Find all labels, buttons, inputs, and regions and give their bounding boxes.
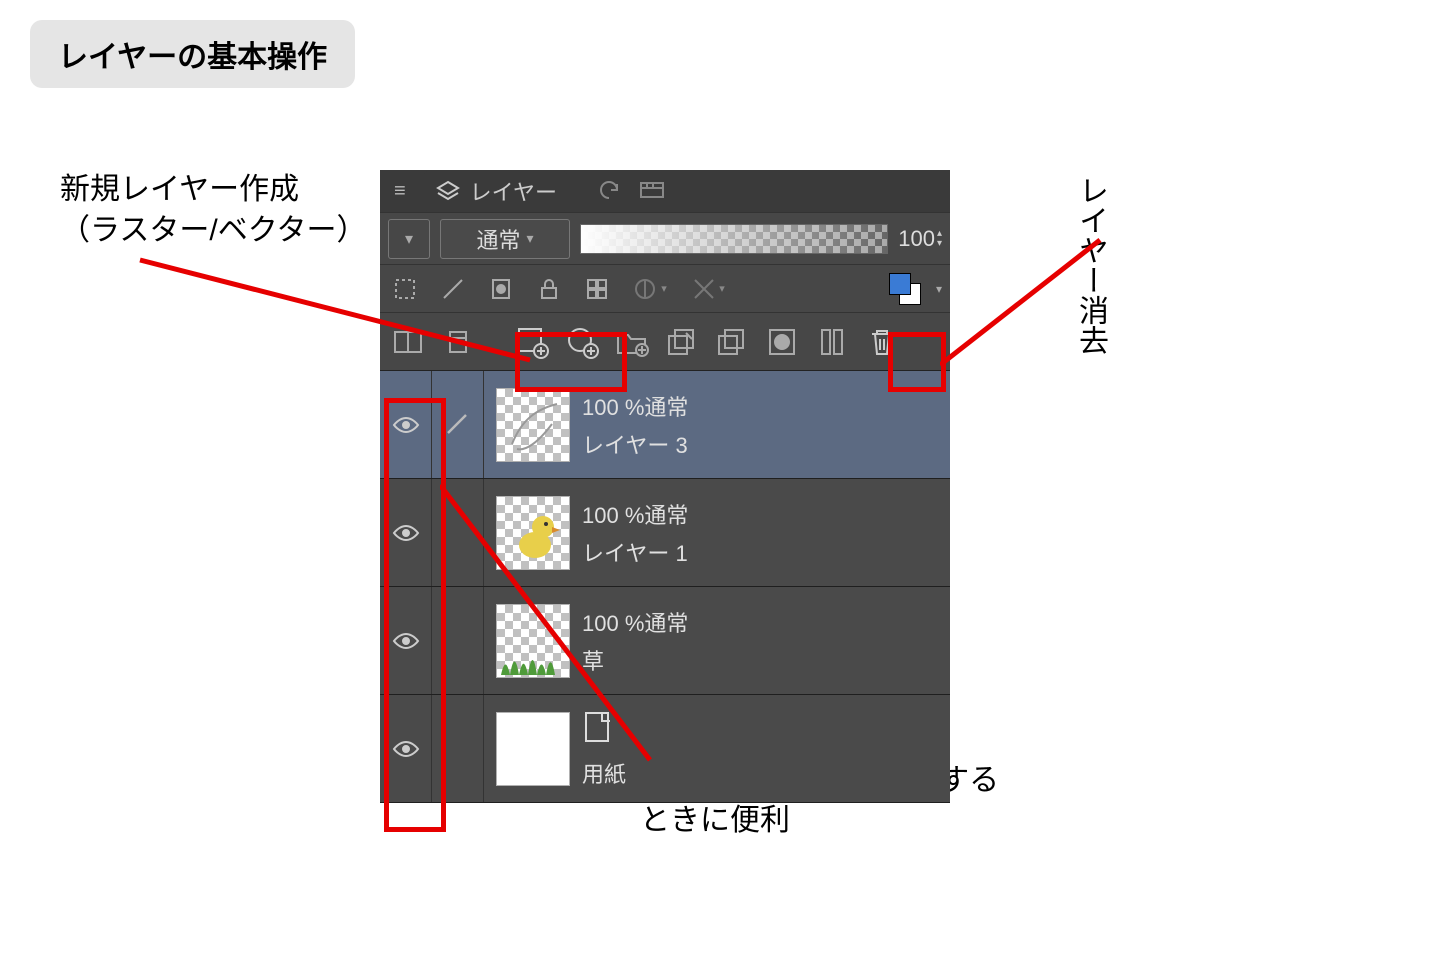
merge-down-button[interactable] [712, 322, 752, 362]
clip-button[interactable] [812, 322, 852, 362]
opacity-value[interactable]: 100 ▴▾ [898, 226, 942, 252]
panel-tab-bar: ≡ レイヤー [380, 170, 950, 212]
annotation-line [130, 250, 550, 380]
layer-item[interactable]: 100 %通常 レイヤー 3 [380, 371, 950, 479]
layers-icon [434, 177, 462, 205]
tab-extra-icons [597, 178, 665, 205]
callout-text: 新規レイヤー作成 [60, 170, 367, 211]
layer-opacity-label: 100 %通常 [582, 390, 688, 422]
adjust-dropdown-icon[interactable]: ▾ [628, 272, 672, 306]
tab-layers[interactable]: レイヤー [424, 171, 567, 211]
layer-name-label: レイヤー 3 [582, 428, 688, 460]
panel-menu-icon[interactable]: ≡ [388, 180, 412, 203]
page-title: レイヤーの基本操作 [30, 20, 355, 88]
callout-new-layer: 新規レイヤー作成 （ラスター/ベクター） [60, 170, 367, 251]
layer-thumbnail [496, 388, 570, 462]
color-swatch[interactable] [888, 272, 922, 306]
fx-dropdown-icon[interactable]: ▾ [686, 272, 730, 306]
transfer-down-button[interactable] [662, 322, 702, 362]
mask-create-button[interactable] [762, 322, 802, 362]
opacity-slider[interactable] [580, 224, 888, 254]
movie-icon[interactable] [639, 179, 665, 204]
opacity-number: 100 [898, 226, 935, 252]
callout-text: ときに便利 [640, 801, 999, 842]
reference-icon[interactable] [580, 272, 614, 306]
highlight-box-delete [888, 332, 946, 392]
callout-text: （ラスター/ベクター） [60, 211, 367, 252]
highlight-box-new-layer [515, 332, 627, 392]
highlight-box-visibility [384, 398, 446, 832]
undo-icon[interactable] [597, 178, 621, 205]
annotation-line [440, 480, 660, 770]
annotation-line [940, 235, 1110, 375]
tab-label: レイヤー [470, 175, 557, 207]
